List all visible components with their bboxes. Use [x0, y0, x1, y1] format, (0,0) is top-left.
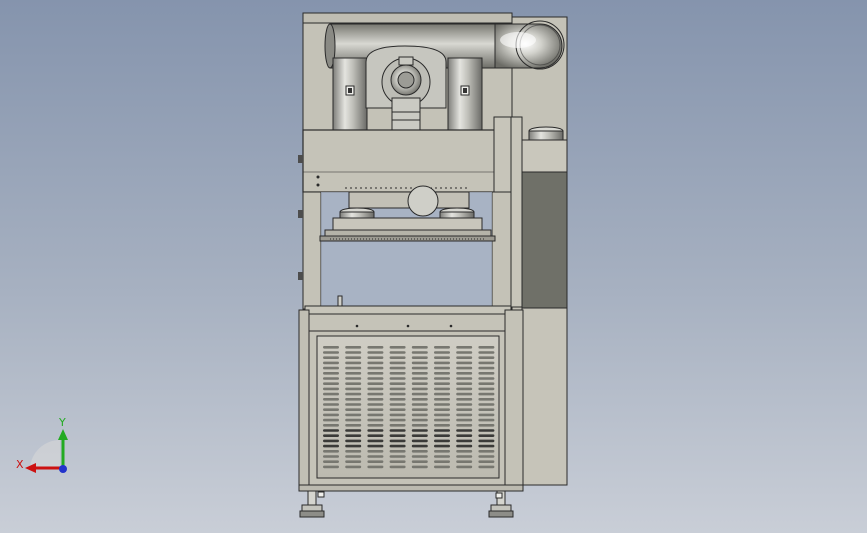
- x-axis-label: X: [16, 458, 24, 471]
- coordinate-triad: Y X: [16, 416, 68, 473]
- z-axis-dot: [59, 465, 67, 473]
- y-axis-label: Y: [58, 416, 66, 429]
- graphics-viewport[interactable]: Y X: [0, 0, 867, 533]
